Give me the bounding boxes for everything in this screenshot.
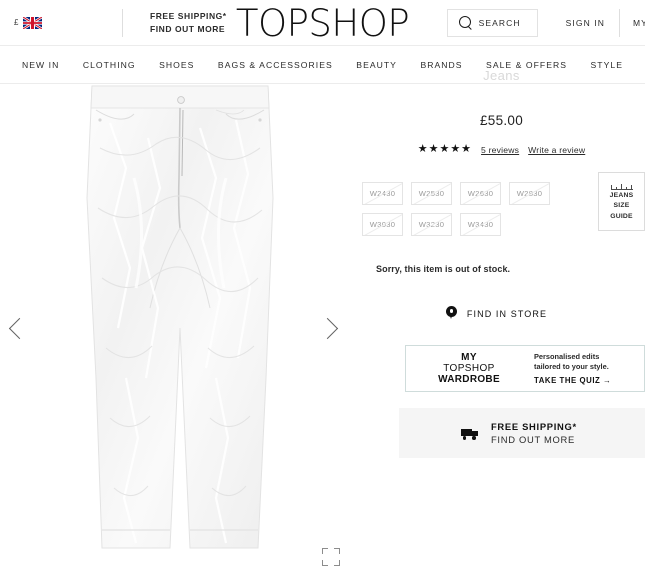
product-image[interactable] bbox=[30, 84, 330, 558]
size-guide-line2: SIZE bbox=[613, 202, 630, 210]
ruler-icon bbox=[610, 182, 633, 190]
my-topshop-wardrobe-promo[interactable]: MY TOPSHOP WARDROBE Personalised edits t… bbox=[405, 345, 645, 392]
free-shipping-banner[interactable]: FREE SHIPPING* FIND OUT MORE bbox=[399, 408, 645, 458]
currency-selector[interactable]: £ bbox=[0, 16, 122, 29]
size-option[interactable]: W3430 bbox=[460, 213, 501, 236]
uk-flag-icon bbox=[23, 16, 43, 29]
currency-symbol: £ bbox=[14, 18, 19, 27]
product-page: £ FREE SHIPPING* FIND OUT MORE TOPSHOP S… bbox=[0, 0, 645, 573]
product-content: Jeans £55.00 ★★★★★ 5 reviews Write a rev… bbox=[0, 68, 645, 573]
wardrobe-copy: Personalised edits tailored to your styl… bbox=[524, 352, 611, 385]
find-in-store-label: FIND IN STORE bbox=[466, 308, 548, 319]
nav-item-new-in[interactable]: NEW IN bbox=[22, 60, 59, 70]
header-actions: SEARCH SIGN IN MY BAG bbox=[446, 0, 645, 45]
page-title: Jeans bbox=[483, 68, 520, 83]
write-review-link[interactable]: Write a review bbox=[528, 145, 585, 155]
product-details: Jeans £55.00 ★★★★★ 5 reviews Write a rev… bbox=[358, 68, 645, 573]
shipping-banner-text: FREE SHIPPING* FIND OUT MORE bbox=[491, 421, 577, 445]
search-label: SEARCH bbox=[478, 17, 521, 28]
size-option[interactable]: W2430 bbox=[362, 182, 403, 205]
size-guide-line1: JEANS bbox=[609, 191, 634, 199]
expand-corner-br-icon bbox=[334, 560, 340, 566]
rating-stars: ★★★★★ bbox=[417, 143, 473, 155]
product-price: £55.00 bbox=[479, 113, 524, 128]
gallery-prev-button[interactable] bbox=[4, 302, 34, 354]
size-option[interactable]: W2830 bbox=[509, 182, 550, 205]
chevron-left-icon bbox=[8, 317, 30, 339]
search-button[interactable]: SEARCH bbox=[446, 8, 538, 37]
wardrobe-logo: MY TOPSHOP WARDROBE bbox=[406, 352, 524, 385]
size-guide-line3: GUIDE bbox=[610, 212, 633, 220]
size-selector: W2430 W2530 W2630 W2830 W3030 W3230 W343… bbox=[358, 182, 558, 236]
find-in-store-button[interactable]: FIND IN STORE bbox=[358, 306, 645, 321]
out-of-stock-message: Sorry, this item is out of stock. bbox=[376, 264, 511, 274]
gallery-next-button[interactable] bbox=[312, 302, 342, 354]
wardrobe-sub2: tailored to your style. bbox=[534, 361, 609, 371]
header-shipping-line1: FREE SHIPPING* bbox=[150, 10, 227, 21]
product-gallery bbox=[0, 84, 358, 573]
expand-corner-tr-icon bbox=[334, 548, 340, 554]
nav-item-shoes[interactable]: SHOES bbox=[159, 60, 194, 70]
expand-fullscreen-button[interactable] bbox=[322, 548, 340, 566]
expand-corner-bl-icon bbox=[322, 560, 328, 566]
my-bag-link[interactable]: MY BAG bbox=[619, 8, 645, 37]
search-icon bbox=[458, 16, 472, 29]
size-option[interactable]: W3030 bbox=[362, 213, 403, 236]
size-option[interactable]: W3230 bbox=[411, 213, 452, 236]
utility-header: £ FREE SHIPPING* FIND OUT MORE TOPSHOP S… bbox=[0, 0, 645, 45]
wardrobe-line3: WARDROBE bbox=[438, 374, 500, 385]
map-pin-icon bbox=[445, 306, 457, 321]
wardrobe-line2: TOPSHOP bbox=[443, 363, 495, 374]
expand-corner-tl-icon bbox=[322, 548, 328, 554]
shipping-banner-line2: FIND OUT MORE bbox=[491, 434, 575, 445]
wardrobe-sub1: Personalised edits bbox=[534, 352, 600, 361]
reviews-summary: ★★★★★ 5 reviews Write a review bbox=[358, 144, 645, 155]
size-option[interactable]: W2630 bbox=[460, 182, 501, 205]
reviews-count-link[interactable]: 5 reviews bbox=[481, 145, 519, 155]
sign-in-link[interactable]: SIGN IN bbox=[552, 18, 619, 28]
jeans-size-guide-button[interactable]: JEANS SIZE GUIDE bbox=[598, 172, 645, 231]
wardrobe-line1: MY bbox=[461, 352, 477, 363]
nav-item-bags-accessories[interactable]: BAGS & ACCESSORIES bbox=[218, 60, 333, 70]
header-shipping-promo[interactable]: FREE SHIPPING* FIND OUT MORE bbox=[123, 10, 227, 36]
nav-item-clothing[interactable]: CLOTHING bbox=[83, 60, 136, 70]
header-shipping-line2: FIND OUT MORE bbox=[150, 23, 226, 34]
chevron-right-icon bbox=[316, 317, 338, 339]
shipping-banner-line1: FREE SHIPPING* bbox=[491, 421, 577, 432]
take-the-quiz-link[interactable]: TAKE THE QUIZ → bbox=[534, 376, 611, 385]
size-option[interactable]: W2530 bbox=[411, 182, 452, 205]
truck-icon bbox=[461, 428, 479, 440]
